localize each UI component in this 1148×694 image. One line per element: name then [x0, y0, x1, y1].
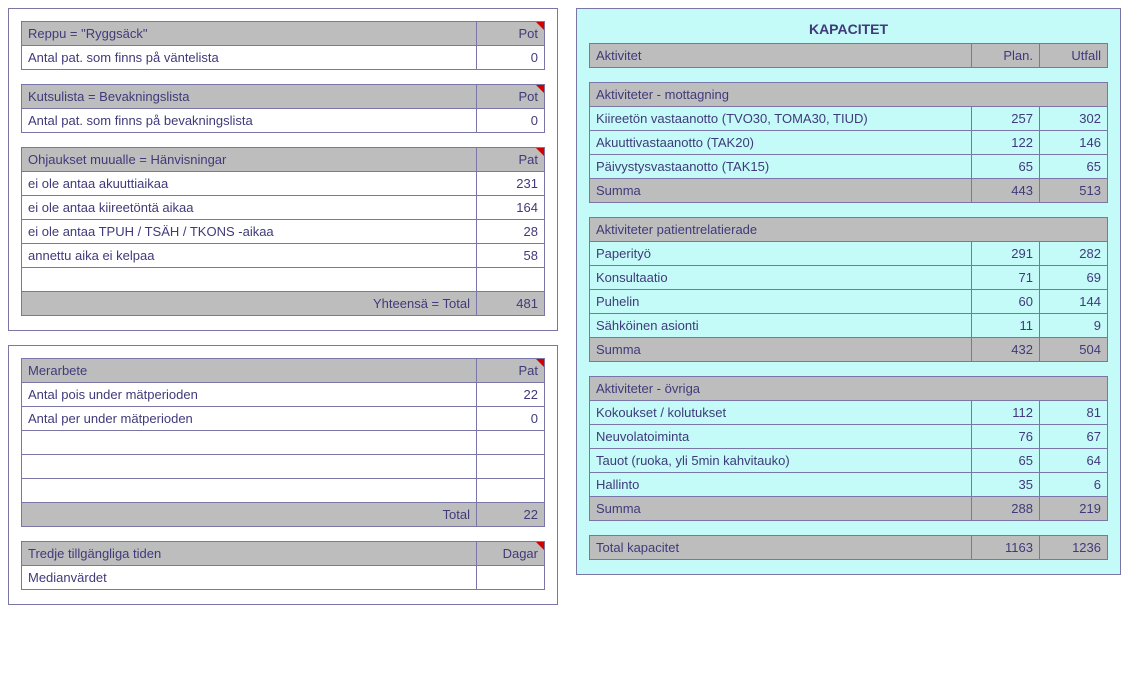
panel-top-left: Reppu = "Ryggsäck" Pot Antal pat. som fi… — [8, 8, 558, 331]
kap-sum-plan: 432 — [972, 338, 1040, 362]
ohj-row-label: ei ole antaa TPUH / TSÄH / TKONS -aikaa — [22, 220, 477, 244]
mer-title: Merarbete — [22, 359, 477, 383]
kap-sec-title: Aktiviteter - övriga — [590, 377, 1108, 401]
reppu-row-label: Antal pat. som finns på väntelista — [22, 46, 477, 70]
kap-sum-label: Summa — [590, 338, 972, 362]
kutsu-row-val: 0 — [477, 109, 545, 133]
kap-sum-ut: 219 — [1040, 497, 1108, 521]
reppu-col: Pot — [477, 22, 545, 46]
kap-row-ut: 9 — [1040, 314, 1108, 338]
kap-row-ut: 6 — [1040, 473, 1108, 497]
ohj-blank — [22, 268, 477, 292]
table-kap-sec2: Aktiviteter patientrelatierade Paperityö… — [589, 217, 1108, 362]
mer-row-val: 0 — [477, 407, 545, 431]
kap-row-label: Akuuttivastaanotto (TAK20) — [590, 131, 972, 155]
ohj-row-val: 28 — [477, 220, 545, 244]
kap-row-plan: 122 — [972, 131, 1040, 155]
kap-row-plan: 65 — [972, 449, 1040, 473]
table-kap-total: Total kapacitet 1163 1236 — [589, 535, 1108, 560]
kap-row-ut: 146 — [1040, 131, 1108, 155]
kap-row-ut: 282 — [1040, 242, 1108, 266]
kap-sum-plan: 288 — [972, 497, 1040, 521]
kutsu-col: Pot — [477, 85, 545, 109]
tredje-row-label: Medianvärdet — [22, 566, 477, 590]
reppu-row-val: 0 — [477, 46, 545, 70]
kap-row-label: Hallinto — [590, 473, 972, 497]
panel-kapacitet: KAPACITET Aktivitet Plan. Utfall Aktivit… — [576, 8, 1121, 575]
kap-row-ut: 81 — [1040, 401, 1108, 425]
table-reppu: Reppu = "Ryggsäck" Pot Antal pat. som fi… — [21, 21, 545, 70]
kap-col-ut: Utfall — [1040, 44, 1108, 68]
ohj-row-val: 58 — [477, 244, 545, 268]
kap-sum-ut: 513 — [1040, 179, 1108, 203]
kap-row-plan: 65 — [972, 155, 1040, 179]
kap-row-ut: 302 — [1040, 107, 1108, 131]
kap-row-ut: 144 — [1040, 290, 1108, 314]
kap-row-plan: 112 — [972, 401, 1040, 425]
mer-row-val: 22 — [477, 383, 545, 407]
kap-row-label: Paperityö — [590, 242, 972, 266]
kap-row-label: Sähköinen asionti — [590, 314, 972, 338]
kap-row-label: Tauot (ruoka, yli 5min kahvitauko) — [590, 449, 972, 473]
table-kap-sec3: Aktiviteter - övriga Kokoukset / kolutuk… — [589, 376, 1108, 521]
kap-sum-label: Summa — [590, 179, 972, 203]
table-kap-sec1: Aktiviteter - mottagning Kiireetön vasta… — [589, 82, 1108, 203]
kap-row-label: Kiireetön vastaanotto (TVO30, TOMA30, TI… — [590, 107, 972, 131]
kap-row-ut: 69 — [1040, 266, 1108, 290]
kap-row-plan: 60 — [972, 290, 1040, 314]
tredje-col: Dagar — [477, 542, 545, 566]
ohj-col: Pat — [477, 148, 545, 172]
kap-row-plan: 257 — [972, 107, 1040, 131]
reppu-title: Reppu = "Ryggsäck" — [22, 22, 477, 46]
ohj-row-label: ei ole antaa akuuttiaikaa — [22, 172, 477, 196]
kap-sum-ut: 504 — [1040, 338, 1108, 362]
kap-total-plan: 1163 — [972, 536, 1040, 560]
ohj-row-val: 164 — [477, 196, 545, 220]
table-ohj: Ohjaukset muualle = Hänvisningar Pat ei … — [21, 147, 545, 316]
kap-row-label: Puhelin — [590, 290, 972, 314]
kap-row-plan: 291 — [972, 242, 1040, 266]
kap-col-akt: Aktivitet — [590, 44, 972, 68]
kap-row-label: Päivystysvastaanotto (TAK15) — [590, 155, 972, 179]
ohj-row-label: ei ole antaa kiireetöntä aikaa — [22, 196, 477, 220]
kap-row-plan: 35 — [972, 473, 1040, 497]
panel-bottom-left: Merarbete Pat Antal pois under mätperiod… — [8, 345, 558, 605]
kap-row-ut: 64 — [1040, 449, 1108, 473]
mer-row-label: Antal pois under mätperioden — [22, 383, 477, 407]
table-mer: Merarbete Pat Antal pois under mätperiod… — [21, 358, 545, 527]
table-kap-header: Aktivitet Plan. Utfall — [589, 43, 1108, 68]
table-kutsu: Kutsulista = Bevakningslista Pot Antal p… — [21, 84, 545, 133]
kap-sum-label: Summa — [590, 497, 972, 521]
kap-row-label: Konsultaatio — [590, 266, 972, 290]
kap-row-label: Kokoukset / kolutukset — [590, 401, 972, 425]
kap-sec-title: Aktiviteter patientrelatierade — [590, 218, 1108, 242]
ohj-row-label: annettu aika ei kelpaa — [22, 244, 477, 268]
mer-col: Pat — [477, 359, 545, 383]
kap-row-ut: 67 — [1040, 425, 1108, 449]
kap-sum-plan: 443 — [972, 179, 1040, 203]
kap-sec-title: Aktiviteter - mottagning — [590, 83, 1108, 107]
ohj-total-val: 481 — [477, 292, 545, 316]
kap-row-label: Neuvolatoiminta — [590, 425, 972, 449]
mer-total-label: Total — [22, 503, 477, 527]
kap-row-plan: 11 — [972, 314, 1040, 338]
mer-row-label: Antal per under mätperioden — [22, 407, 477, 431]
kap-col-plan: Plan. — [972, 44, 1040, 68]
table-tredje: Tredje tillgängliga tiden Dagar Medianvä… — [21, 541, 545, 590]
ohj-title: Ohjaukset muualle = Hänvisningar — [22, 148, 477, 172]
kutsu-title: Kutsulista = Bevakningslista — [22, 85, 477, 109]
kap-row-plan: 76 — [972, 425, 1040, 449]
tredje-row-val — [477, 566, 545, 590]
kapacitet-title: KAPACITET — [589, 21, 1108, 37]
kap-total-label: Total kapacitet — [590, 536, 972, 560]
kap-total-ut: 1236 — [1040, 536, 1108, 560]
ohj-total-label: Yhteensä = Total — [22, 292, 477, 316]
kutsu-row-label: Antal pat. som finns på bevakningslista — [22, 109, 477, 133]
kap-row-plan: 71 — [972, 266, 1040, 290]
ohj-row-val: 231 — [477, 172, 545, 196]
kap-row-ut: 65 — [1040, 155, 1108, 179]
tredje-title: Tredje tillgängliga tiden — [22, 542, 477, 566]
mer-total-val: 22 — [477, 503, 545, 527]
